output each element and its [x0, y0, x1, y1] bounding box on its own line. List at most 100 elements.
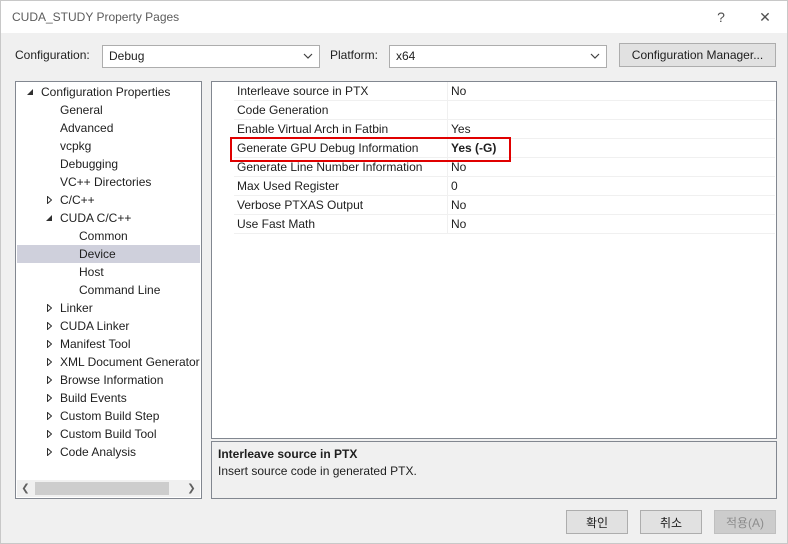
scroll-right-icon[interactable]: ❯ — [183, 480, 200, 497]
tree-item-label: CUDA C/C++ — [60, 211, 132, 225]
property-name: Enable Virtual Arch in Fatbin — [237, 122, 389, 136]
configuration-manager-button[interactable]: Configuration Manager... — [619, 43, 776, 67]
tree-item[interactable]: Manifest Tool — [17, 335, 200, 353]
property-value[interactable]: No — [451, 84, 466, 98]
tree-collapsed-icon[interactable] — [44, 407, 54, 425]
configuration-toolbar: Configuration: Debug Platform: x64 Confi… — [1, 41, 787, 71]
tree-item-label: Host — [79, 265, 104, 279]
tree-item-label: Command Line — [79, 283, 161, 297]
scrollbar-thumb[interactable] — [35, 482, 169, 495]
property-row[interactable]: Max Used Register 0 — [234, 177, 775, 196]
scroll-left-icon[interactable]: ❮ — [17, 480, 34, 497]
configuration-select[interactable]: Debug — [102, 45, 320, 68]
property-name: Use Fast Math — [237, 217, 316, 231]
tree-collapsed-icon[interactable] — [44, 335, 54, 353]
description-text: Insert source code in generated PTX. — [218, 464, 417, 478]
tree-item[interactable]: Debugging — [17, 155, 200, 173]
tree-item[interactable]: Command Line — [17, 281, 200, 299]
tree-item-label: Code Analysis — [60, 445, 137, 459]
platform-value: x64 — [396, 49, 416, 63]
configuration-value: Debug — [109, 49, 145, 63]
tree-item[interactable]: Code Analysis — [17, 443, 200, 461]
property-name: Verbose PTXAS Output — [237, 198, 364, 212]
platform-label: Platform: — [330, 48, 379, 62]
property-row[interactable]: Use Fast Math No — [234, 215, 775, 234]
platform-select[interactable]: x64 — [389, 45, 607, 68]
close-button[interactable]: ✕ — [747, 1, 783, 33]
tree-item[interactable]: CUDA C/C++ — [17, 209, 200, 227]
help-button[interactable]: ? — [703, 1, 739, 33]
tree-collapsed-icon[interactable] — [44, 317, 54, 335]
property-row[interactable]: Verbose PTXAS Output No — [234, 196, 775, 215]
property-pages-dialog: CUDA_STUDY Property Pages ? ✕ Configurat… — [0, 0, 788, 544]
tree-item-label: Custom Build Step — [60, 409, 160, 423]
property-grid: Interleave source in PTX No Code Generatio… — [211, 81, 777, 439]
tree-item[interactable]: Build Events — [17, 389, 200, 407]
column-divider — [447, 215, 448, 234]
tree-item[interactable]: CUDA Linker — [17, 317, 200, 335]
property-value[interactable]: Yes — [451, 122, 471, 136]
tree-horizontal-scrollbar[interactable]: ❮ ❯ — [17, 480, 200, 497]
tree-item[interactable]: Custom Build Tool — [17, 425, 200, 443]
property-tree[interactable]: Configuration Properties General Advanced v… — [15, 81, 202, 499]
property-name: Generate Line Number Information — [237, 160, 423, 174]
tree-item[interactable]: Common — [17, 227, 200, 245]
tree-expanded-icon[interactable] — [44, 209, 54, 227]
tree-item-label: CUDA Linker — [60, 319, 130, 333]
property-value[interactable]: No — [451, 217, 466, 231]
tree-item[interactable]: Host — [17, 263, 200, 281]
tree-item[interactable]: Advanced — [17, 119, 200, 137]
tree-item-label: Configuration Properties — [41, 85, 171, 99]
cancel-button[interactable]: 취소 — [640, 510, 702, 534]
tree-item[interactable]: General — [17, 101, 200, 119]
property-value[interactable]: No — [451, 198, 466, 212]
tree-item-label: Linker — [60, 301, 93, 315]
tree-collapsed-icon[interactable] — [44, 389, 54, 407]
tree-item[interactable]: Device — [17, 245, 200, 263]
property-name: Code Generation — [237, 103, 329, 117]
tree-item-label: Custom Build Tool — [60, 427, 157, 441]
column-divider — [447, 177, 448, 196]
property-value[interactable]: 0 — [451, 179, 458, 193]
tree-item[interactable]: C/C++ — [17, 191, 200, 209]
configuration-label: Configuration: — [15, 48, 90, 62]
apply-button[interactable]: 적용(A) — [714, 510, 776, 534]
close-icon: ✕ — [759, 8, 771, 25]
window-title: CUDA_STUDY Property Pages — [12, 10, 180, 24]
tree-item-label: Device — [79, 247, 116, 261]
tree-item[interactable]: XML Document Generator — [17, 353, 200, 371]
tree-collapsed-icon[interactable] — [44, 353, 54, 371]
tree-item-label: Advanced — [60, 121, 114, 135]
property-value[interactable]: No — [451, 160, 466, 174]
tree-collapsed-icon[interactable] — [44, 425, 54, 443]
column-divider — [447, 101, 448, 120]
description-title: Interleave source in PTX — [218, 447, 358, 461]
tree-collapsed-icon[interactable] — [44, 371, 54, 389]
tree-item-label: Common — [79, 229, 128, 243]
tree-item-label: vcpkg — [60, 139, 92, 153]
tree-collapsed-icon[interactable] — [44, 191, 54, 209]
tree-item[interactable]: vcpkg — [17, 137, 200, 155]
tree-item[interactable]: Custom Build Step — [17, 407, 200, 425]
tree-item[interactable]: VC++ Directories — [17, 173, 200, 191]
ok-button[interactable]: 확인 — [566, 510, 628, 534]
description-panel: Interleave source in PTX Insert source c… — [211, 441, 777, 499]
column-divider — [447, 82, 448, 101]
tree-item[interactable]: Configuration Properties — [17, 83, 200, 101]
tree-item-label: Browse Information — [60, 373, 164, 387]
property-row[interactable]: Interleave source in PTX No — [234, 82, 775, 101]
property-name: Max Used Register — [237, 179, 340, 193]
tree-collapsed-icon[interactable] — [44, 443, 54, 461]
tree-item-label: C/C++ — [60, 193, 95, 207]
property-name: Interleave source in PTX — [237, 84, 369, 98]
tree-item-label: VC++ Directories — [60, 175, 152, 189]
tree-collapsed-icon[interactable] — [44, 299, 54, 317]
tree-item-label: General — [60, 103, 103, 117]
tree-expanded-icon[interactable] — [25, 83, 35, 101]
annotation-highlight-box — [230, 137, 511, 162]
tree-item[interactable]: Linker — [17, 299, 200, 317]
tree-item-label: Debugging — [60, 157, 119, 171]
chevron-down-icon — [589, 48, 601, 64]
tree-item[interactable]: Browse Information — [17, 371, 200, 389]
property-row[interactable]: Code Generation — [234, 101, 775, 120]
